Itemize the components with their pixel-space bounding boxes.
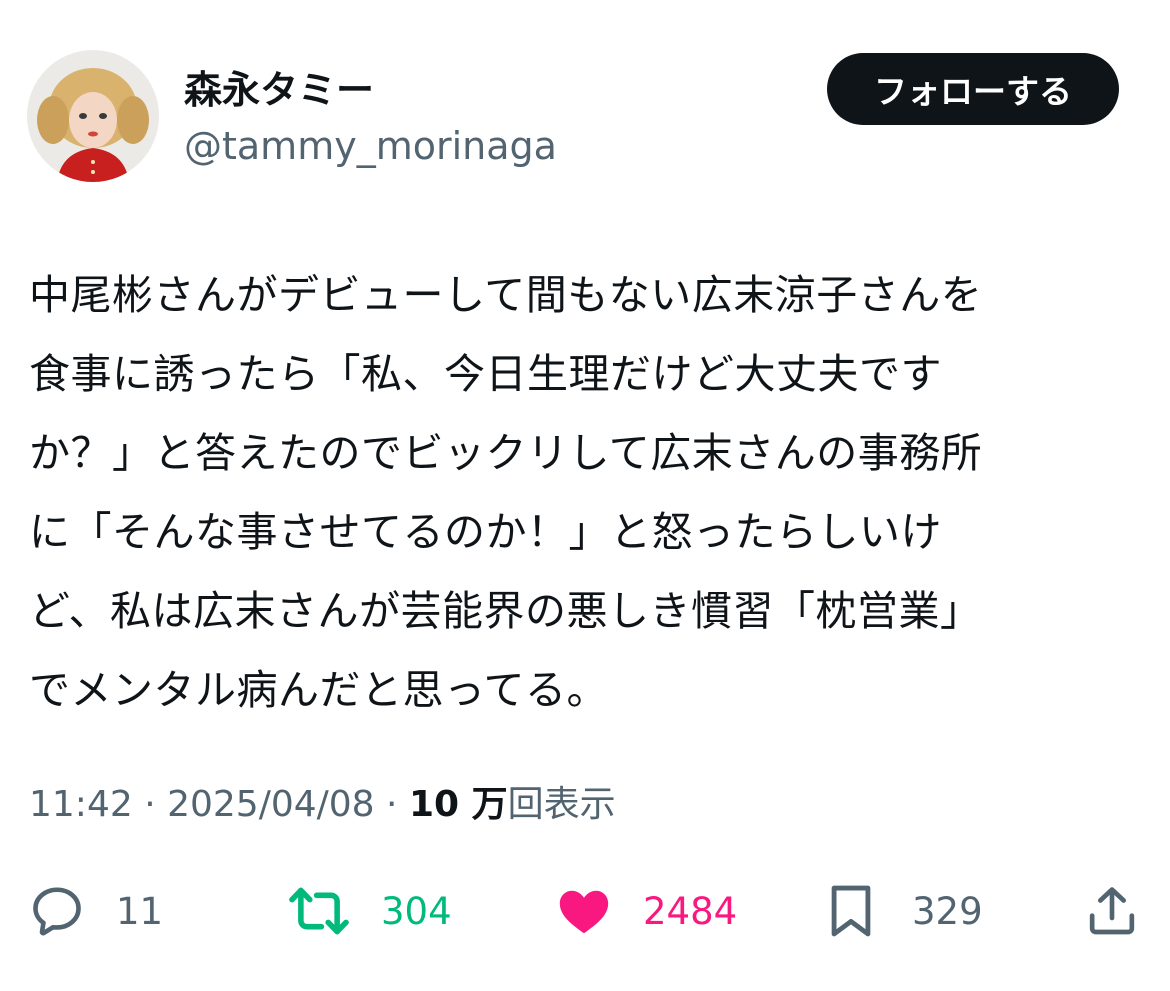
avatar-image bbox=[27, 50, 159, 182]
speech-bubble-icon bbox=[33, 887, 81, 936]
retweet-arrows-icon bbox=[289, 887, 349, 935]
tweet-meta: 11:42 · 2025/04/08 · 10 万回表示 bbox=[29, 781, 616, 829]
follow-button[interactable]: フォローする bbox=[827, 53, 1119, 125]
reply-count: 11 bbox=[116, 889, 164, 933]
tweet-text-line: でメンタル病んだと思ってる。 bbox=[29, 666, 608, 714]
share-upload-icon bbox=[1089, 887, 1135, 935]
tweet-date[interactable]: 2025/04/08 bbox=[167, 784, 375, 825]
retweet-count: 304 bbox=[381, 889, 452, 933]
author-handle[interactable]: @tammy_morinaga bbox=[184, 122, 557, 170]
tweet-time[interactable]: 11:42 bbox=[29, 784, 133, 825]
bookmark-button[interactable]: 329 bbox=[826, 876, 983, 946]
tweet-text: 中尾彬さんがデビューして間もない広末涼子さんを 食事に誘ったら「私、今日生理だけ… bbox=[29, 256, 1139, 730]
bookmark-icon bbox=[831, 885, 871, 937]
views-count: 10 万 bbox=[408, 784, 508, 825]
tweet-text-line: 食事に誘ったら「私、今日生理だけど大丈夫です bbox=[29, 350, 942, 398]
bookmark-count: 329 bbox=[912, 889, 983, 933]
like-button[interactable]: 2484 bbox=[555, 876, 737, 946]
reply-button[interactable]: 11 bbox=[28, 876, 163, 946]
tweet-text-line: か？」と答えたのでビックリして広末さんの事務所 bbox=[29, 429, 983, 477]
author-display-name[interactable]: 森永タミー bbox=[184, 66, 374, 114]
tweet-text-line: ど、私は広末さんが芸能界の悪しき慣習「枕営業」 bbox=[29, 587, 982, 635]
tweet-text-line: 中尾彬さんがデビューして間もない広末涼子さんを bbox=[29, 271, 983, 319]
retweet-button[interactable]: 304 bbox=[287, 876, 452, 946]
share-button[interactable] bbox=[1084, 876, 1140, 946]
like-count: 2484 bbox=[643, 889, 738, 933]
avatar[interactable] bbox=[27, 50, 159, 182]
views-label: 回表示 bbox=[507, 784, 616, 825]
meta-separator: · bbox=[374, 784, 409, 825]
tweet-text-line: に「そんな事させてるのか！」と怒ったらしいけ bbox=[29, 508, 942, 556]
meta-separator: · bbox=[132, 784, 168, 825]
heart-icon bbox=[559, 890, 609, 934]
